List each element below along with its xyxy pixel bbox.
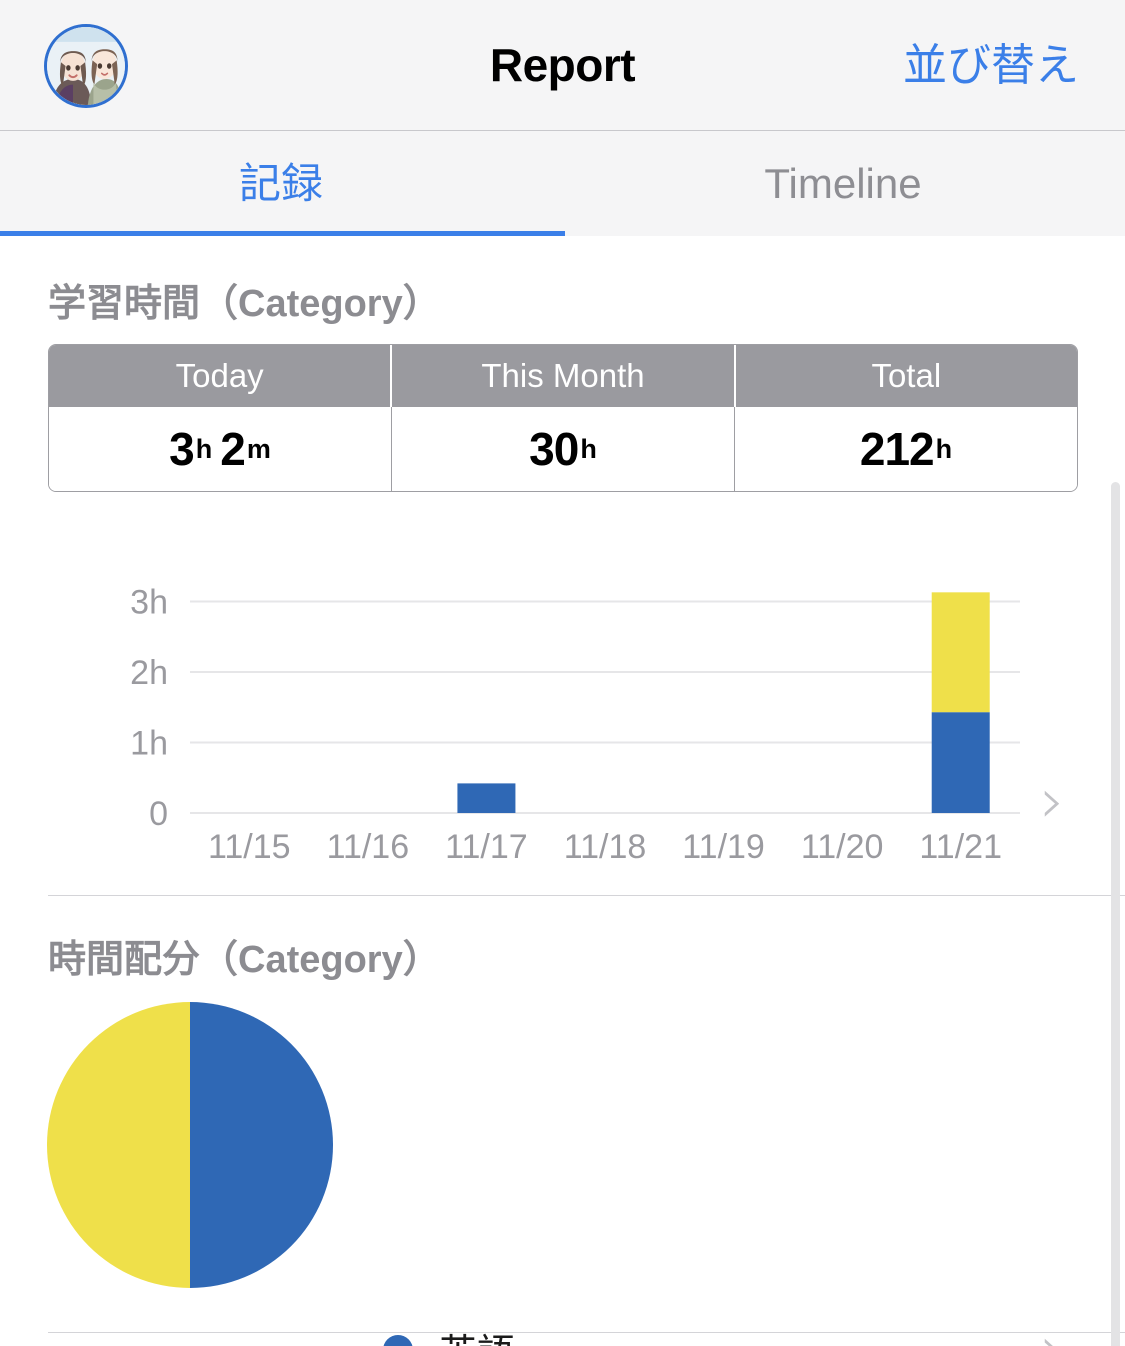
bar-chart-x-tick-label: 11/16: [327, 828, 410, 866]
bar-chart-y-tick-label: 0: [149, 795, 168, 833]
bar-chart-x-tick-label: 11/15: [208, 828, 291, 866]
navigation-bar: Report 並び替え: [0, 0, 1125, 131]
stats-value-this-month: 30 h: [392, 407, 735, 491]
today-minutes-number: 2: [220, 423, 246, 475]
bar-chart-x-tick-label: 11/21: [919, 828, 1002, 866]
bar-chart-y-tick-label: 3h: [130, 584, 168, 622]
bar-chart-canvas: 0 1h 2h 3h 11/15 11/16 11/17 11/18 11/19 11/20 11/…: [130, 584, 1020, 866]
stats-value-total: 212 h: [735, 407, 1077, 491]
today-hours-number: 3: [169, 423, 195, 475]
time-distribution-pie-chart: [45, 1000, 335, 1290]
bar-chart-bar-segment: [931, 592, 990, 713]
section-title-time-distribution: 時間配分（Category）: [48, 939, 441, 981]
stats-header-today: Today: [49, 345, 393, 407]
this-month-hours-unit: h: [580, 433, 597, 464]
vertical-scrollbar-track[interactable]: [1111, 236, 1125, 1346]
total-hours-number: 212: [859, 423, 935, 475]
stats-header-this-month: This Month: [392, 345, 736, 407]
bar-chart-x-tick-label: 11/18: [564, 828, 647, 866]
today-hours-unit: h: [195, 433, 213, 464]
report-content: 学習時間（Category） Today This Month Total 3 …: [0, 236, 1125, 1346]
tab-bar: 記録 Timeline: [0, 131, 1125, 236]
legend-item-english: 英語: [383, 1322, 515, 1346]
today-minutes-unit: m: [246, 433, 271, 464]
sort-button[interactable]: 並び替え: [903, 0, 1079, 131]
bar-chart-x-tick-label: 11/19: [682, 828, 765, 866]
legend-color-dot-blue: [383, 1334, 413, 1346]
tab-timeline[interactable]: Timeline: [562, 131, 1124, 236]
stats-value-today: 3 h 2 m: [49, 407, 392, 491]
bar-chart-y-tick-label: 2h: [130, 654, 168, 692]
report-screen: Report 並び替え 記録 Timeline 学習時間（Category） T…: [0, 0, 1125, 1346]
bar-chart-x-tick-label: 11/17: [445, 828, 528, 866]
pie-slice: [190, 1002, 333, 1288]
tab-record[interactable]: 記録: [0, 131, 562, 236]
total-hours-unit: h: [935, 433, 953, 464]
section-divider-bottom: [48, 1332, 1125, 1333]
stats-table-value-row: 3 h 2 m 30 h 212 h: [49, 407, 1077, 491]
legend-label-english: 英語: [439, 1322, 515, 1346]
bar-chart-x-tick-label: 11/20: [801, 828, 884, 866]
bar-chart-bar-segment: [457, 783, 516, 813]
section-title-study-time: 学習時間（Category）: [48, 283, 441, 325]
this-month-hours-number: 30: [529, 423, 579, 475]
stats-table-header-row: Today This Month Total: [49, 345, 1077, 407]
section-divider-top: [48, 895, 1125, 896]
vertical-scrollbar-thumb[interactable]: [1111, 482, 1120, 1346]
study-time-stats-table: Today This Month Total 3 h 2 m 30 h 212 …: [48, 344, 1078, 492]
bar-chart-y-tick-label: 1h: [130, 725, 168, 763]
bar-chart-next-chevron-icon[interactable]: ›: [1040, 770, 1065, 832]
pie-slice: [47, 1002, 190, 1288]
pie-chart-canvas: [47, 1002, 333, 1288]
bar-chart-bar-segment: [931, 712, 990, 813]
study-time-bar-chart: 0 1h 2h 3h 11/15 11/16 11/17 11/18 11/19 11/20 11/…: [0, 536, 1125, 896]
stats-header-total: Total: [871, 357, 942, 394]
